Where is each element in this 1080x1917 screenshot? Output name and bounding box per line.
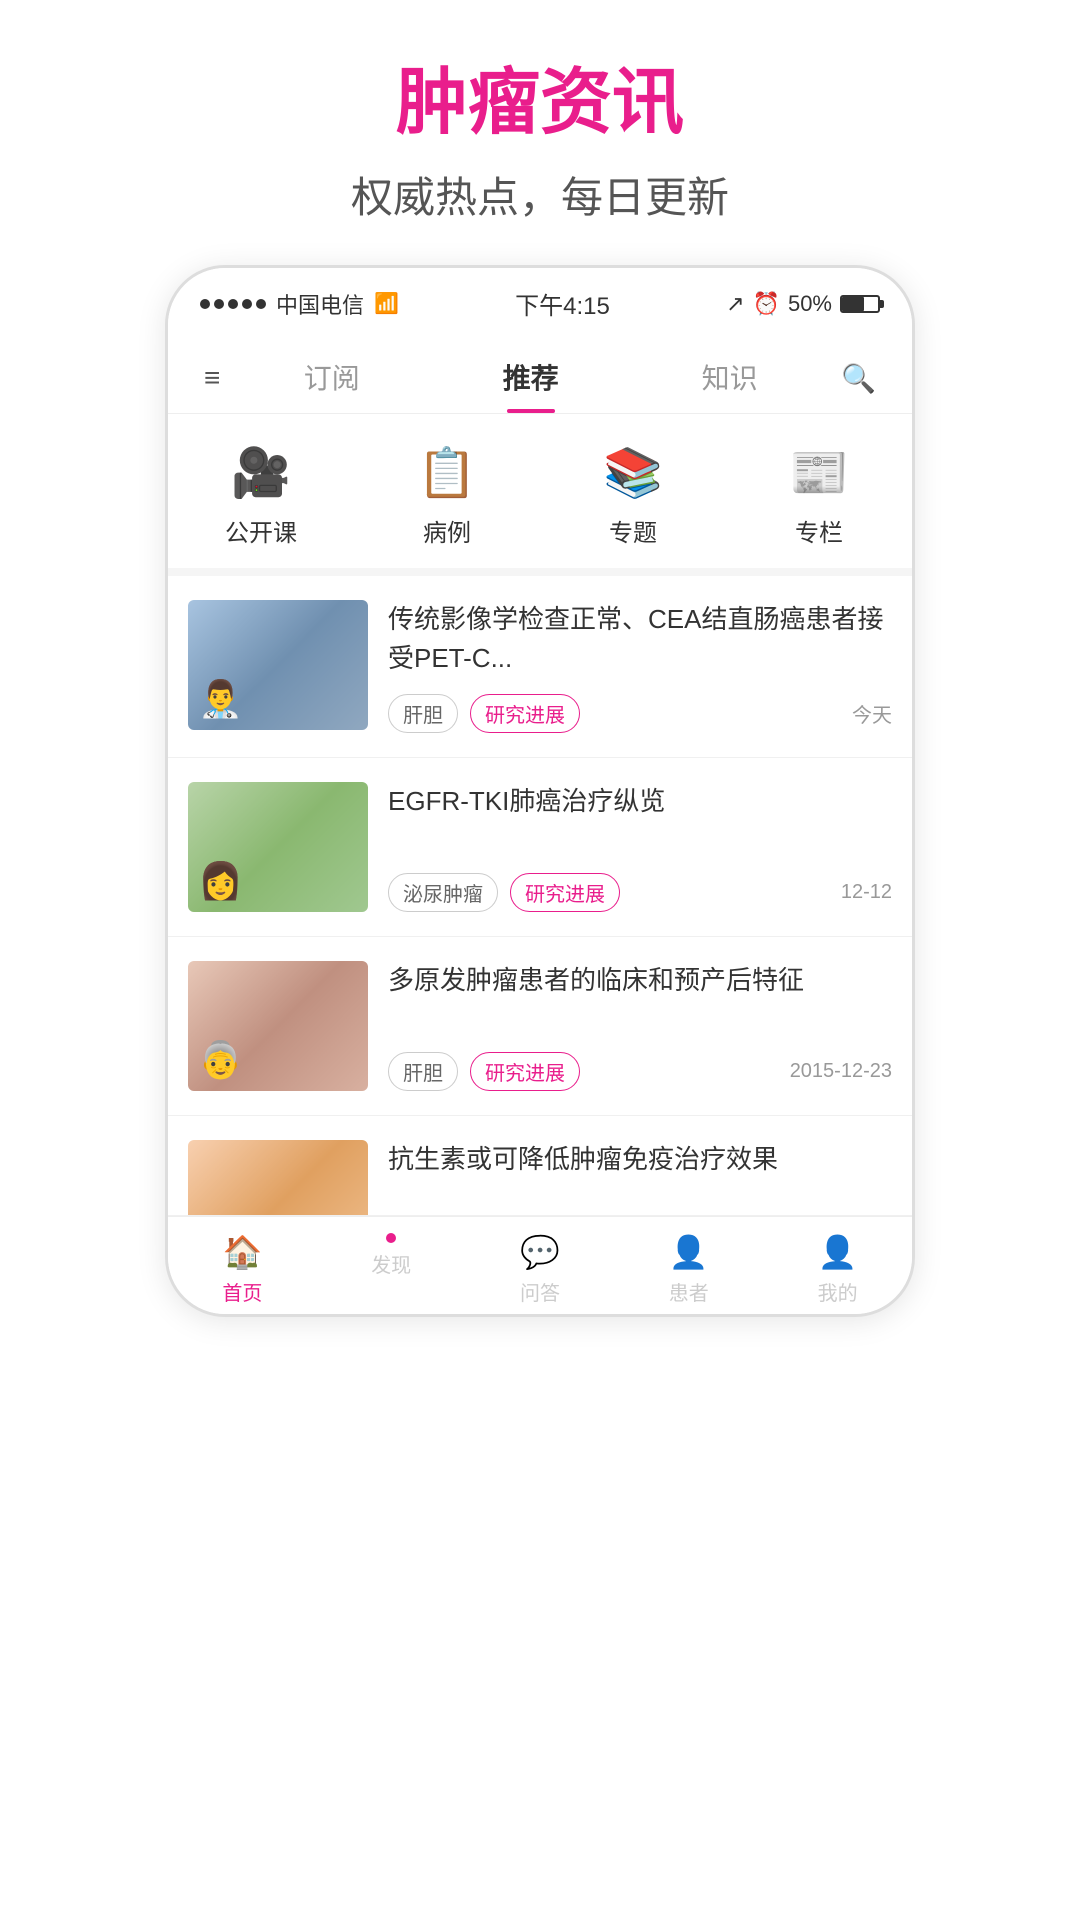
article-item-3[interactable]: 多原发肿瘤患者的临床和预产后特征 肝胆 研究进展 2015-12-23 (168, 937, 912, 1116)
page-header: 肿瘤资讯 权威热点，每日更新 (351, 0, 729, 265)
article-meta-2: 泌尿肿瘤 研究进展 12-12 (388, 873, 892, 912)
signal-dot-1 (200, 299, 210, 309)
article-item-1[interactable]: 传统影像学检查正常、CEA结直肠癌患者接受PET-C... 肝胆 研究进展 今天 (168, 576, 912, 758)
article-thumb-2 (188, 782, 368, 912)
article-content-1: 传统影像学检查正常、CEA结直肠癌患者接受PET-C... 肝胆 研究进展 今天 (388, 600, 892, 733)
discover-label: 发现 (371, 1249, 411, 1278)
battery-fill (842, 297, 864, 311)
topic-icon: 📚 (603, 444, 663, 501)
tab-subscribe[interactable]: 订阅 (232, 343, 431, 413)
article-title-1: 传统影像学检查正常、CEA结直肠癌患者接受PET-C... (388, 600, 892, 678)
bottom-nav: 🏠 首页 发现 💬 问答 👤 患者 👤 我的 (168, 1216, 912, 1314)
tag-research-3: 研究进展 (470, 1052, 580, 1091)
lecture-label: 公开课 (225, 513, 297, 548)
status-bar: 中国电信 📶 下午4:15 ↗ ⏰ 50% (168, 268, 912, 333)
category-column[interactable]: 📰 专栏 (726, 444, 912, 548)
signal-dot-5 (256, 299, 266, 309)
menu-icon[interactable]: ≡ (192, 354, 232, 402)
battery-percent: 50% (788, 291, 832, 317)
column-label: 专栏 (795, 513, 843, 548)
battery-icon (840, 295, 880, 313)
search-icon[interactable]: 🔍 (829, 354, 888, 403)
tab-knowledge[interactable]: 知识 (630, 343, 829, 413)
status-right: ↗ ⏰ 50% (726, 291, 880, 317)
tag-research-1: 研究进展 (470, 694, 580, 733)
status-left: 中国电信 📶 (200, 288, 399, 320)
signal-dot-2 (214, 299, 224, 309)
article-thumb-3 (188, 961, 368, 1091)
article-date-1: 今天 (852, 699, 892, 728)
article-item-2[interactable]: EGFR-TKI肺癌治疗纵览 泌尿肿瘤 研究进展 12-12 (168, 758, 912, 937)
bottom-nav-question[interactable]: 💬 问答 (466, 1233, 615, 1306)
article-thumb-4 (188, 1140, 368, 1216)
tag-liver-3: 肝胆 (388, 1052, 458, 1091)
article-item-4[interactable]: 抗生素或可降低肿瘤免疫治疗效果 (168, 1116, 912, 1216)
tag-urology: 泌尿肿瘤 (388, 873, 498, 912)
patient-icon: 👤 (669, 1233, 709, 1271)
alarm-icon: ⏰ (753, 291, 780, 317)
mine-icon: 👤 (818, 1233, 858, 1271)
time-display: 下午4:15 (515, 286, 610, 321)
tag-liver: 肝胆 (388, 694, 458, 733)
location-icon: ↗ (726, 291, 744, 317)
case-label: 病例 (423, 513, 471, 548)
topic-label: 专题 (609, 513, 657, 548)
signal-dots (200, 299, 266, 309)
category-case[interactable]: 📋 病例 (354, 444, 540, 548)
nav-tabs: ≡ 订阅 推荐 知识 🔍 (168, 333, 912, 414)
bottom-nav-mine[interactable]: 👤 我的 (763, 1233, 912, 1306)
article-thumb-1 (188, 600, 368, 730)
question-icon: 💬 (520, 1233, 560, 1271)
mine-label: 我的 (818, 1277, 858, 1306)
lecture-icon: 🎥 (231, 444, 291, 501)
phone-frame: 中国电信 📶 下午4:15 ↗ ⏰ 50% ≡ 订阅 推荐 知识 🔍 🎥 公 (165, 265, 915, 1317)
tab-recommend[interactable]: 推荐 (431, 343, 630, 413)
article-content-4: 抗生素或可降低肿瘤免疫治疗效果 (388, 1140, 892, 1191)
signal-dot-3 (228, 299, 238, 309)
discover-dot (386, 1233, 396, 1243)
article-title-2: EGFR-TKI肺癌治疗纵览 (388, 782, 892, 821)
home-label: 首页 (222, 1277, 262, 1306)
home-icon: 🏠 (222, 1233, 262, 1271)
category-row: 🎥 公开课 📋 病例 📚 专题 📰 专栏 (168, 414, 912, 576)
article-meta-3: 肝胆 研究进展 2015-12-23 (388, 1052, 892, 1091)
case-icon: 📋 (417, 444, 477, 501)
article-date-2: 12-12 (841, 881, 892, 904)
article-title-4: 抗生素或可降低肿瘤免疫治疗效果 (388, 1140, 892, 1179)
article-content-3: 多原发肿瘤患者的临床和预产后特征 肝胆 研究进展 2015-12-23 (388, 961, 892, 1091)
page-title: 肿瘤资讯 (351, 60, 729, 146)
bottom-nav-home[interactable]: 🏠 首页 (168, 1233, 317, 1306)
category-lecture[interactable]: 🎥 公开课 (168, 444, 354, 548)
page-subtitle: 权威热点，每日更新 (351, 164, 729, 225)
wifi-icon: 📶 (374, 291, 399, 316)
tag-research-2: 研究进展 (510, 873, 620, 912)
article-date-3: 2015-12-23 (790, 1060, 892, 1083)
question-label: 问答 (520, 1277, 560, 1306)
article-content-2: EGFR-TKI肺癌治疗纵览 泌尿肿瘤 研究进展 12-12 (388, 782, 892, 912)
article-title-3: 多原发肿瘤患者的临床和预产后特征 (388, 961, 892, 1000)
article-meta-1: 肝胆 研究进展 今天 (388, 694, 892, 733)
bottom-nav-discover[interactable]: 发现 (317, 1233, 466, 1306)
patient-label: 患者 (669, 1277, 709, 1306)
signal-dot-4 (242, 299, 252, 309)
category-topic[interactable]: 📚 专题 (540, 444, 726, 548)
column-icon: 📰 (789, 444, 849, 501)
article-list: 传统影像学检查正常、CEA结直肠癌患者接受PET-C... 肝胆 研究进展 今天… (168, 576, 912, 1216)
carrier-label: 中国电信 (276, 288, 364, 320)
bottom-nav-patient[interactable]: 👤 患者 (614, 1233, 763, 1306)
